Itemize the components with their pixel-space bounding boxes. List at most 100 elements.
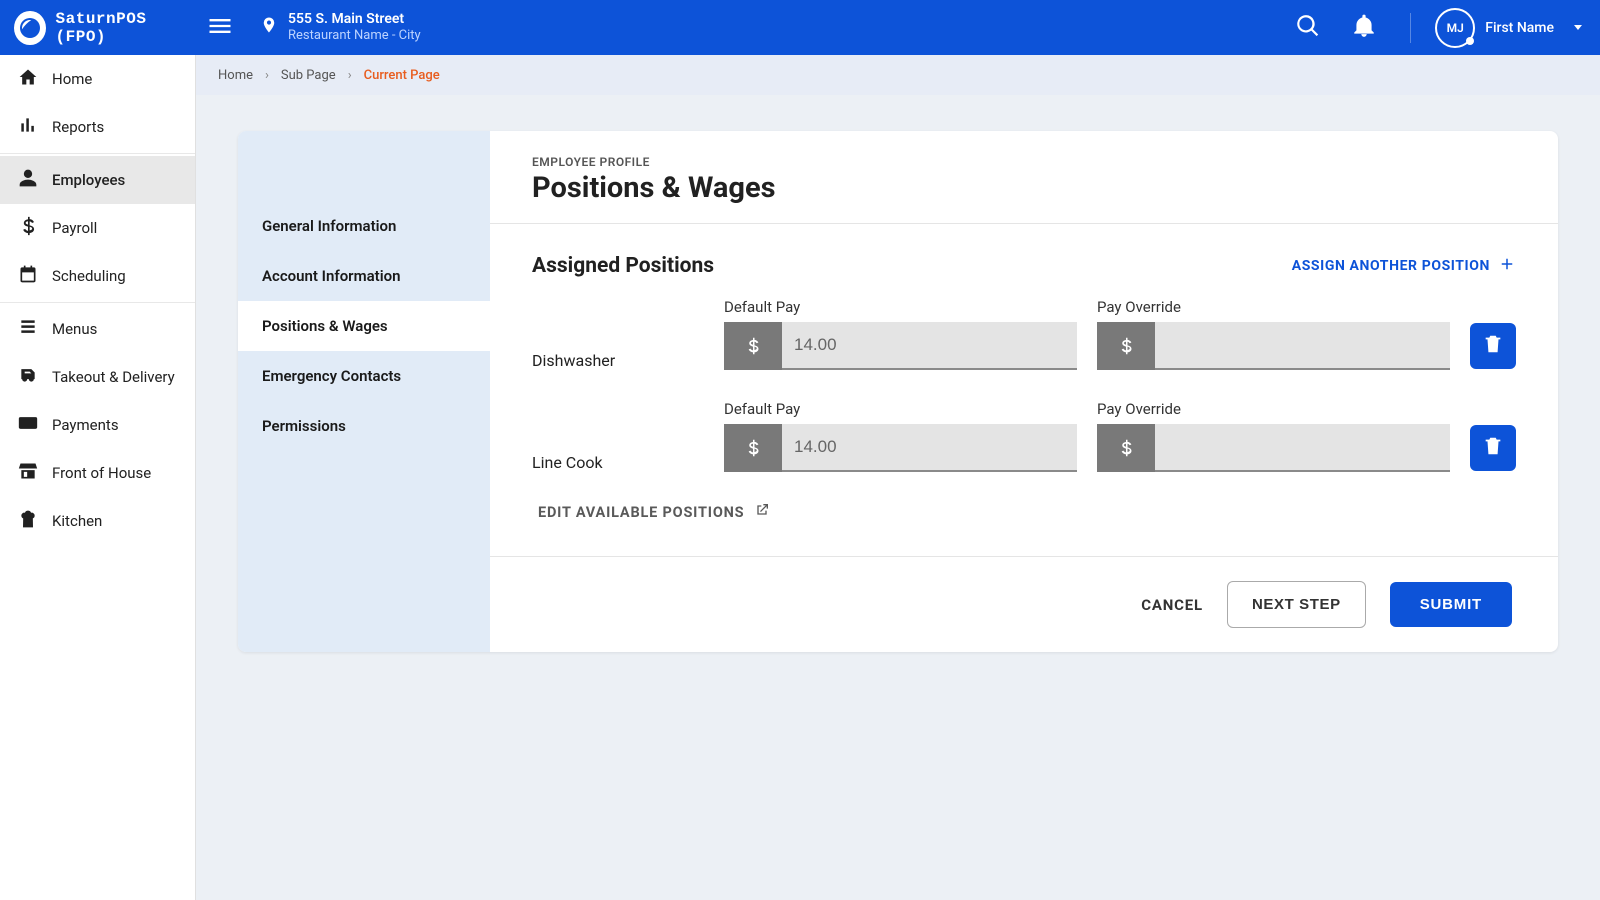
delivery-icon <box>18 365 38 389</box>
plus-icon <box>1498 255 1516 277</box>
sidebar-item-menus[interactable]: Menus <box>0 305 195 353</box>
chevron-right-icon: › <box>265 68 269 83</box>
section-title: Assigned Positions <box>532 254 714 278</box>
notifications-button[interactable] <box>1342 6 1386 50</box>
bar-chart-icon <box>18 115 38 139</box>
assign-another-position-link[interactable]: ASSIGN ANOTHER POSITION <box>1292 255 1516 277</box>
sidebar-item-label: Payroll <box>52 219 97 237</box>
position-row: Line Cook Default Pay Pay Override <box>532 400 1516 472</box>
tab-permissions[interactable]: Permissions <box>238 401 490 451</box>
breadcrumb-home[interactable]: Home <box>218 68 253 83</box>
sidebar-item-kitchen[interactable]: Kitchen <box>0 497 195 545</box>
person-icon <box>18 168 38 192</box>
pay-override-input[interactable] <box>1155 424 1450 472</box>
brand[interactable]: SaturnPOS (FPO) <box>0 10 196 46</box>
card-footer: CANCEL NEXT STEP SUBMIT <box>490 556 1558 652</box>
next-step-button[interactable]: NEXT STEP <box>1227 581 1366 628</box>
page-title: Positions & Wages <box>532 171 1516 205</box>
open-in-new-icon <box>754 502 770 522</box>
breadcrumb: Home › Sub Page › Current Page <box>196 55 1600 95</box>
bell-icon <box>1351 13 1377 43</box>
pay-override-label: Pay Override <box>1097 400 1450 418</box>
sidebar-item-payments[interactable]: Payments <box>0 401 195 449</box>
cancel-button[interactable]: CANCEL <box>1141 596 1203 614</box>
divider <box>1410 13 1411 43</box>
avatar-initials: MJ <box>1447 21 1464 35</box>
tab-emergency-contacts[interactable]: Emergency Contacts <box>238 351 490 401</box>
card-header: EMPLOYEE PROFILE Positions & Wages <box>490 131 1558 224</box>
default-pay-input[interactable] <box>782 322 1077 370</box>
pin-icon <box>260 16 278 38</box>
sidebar-item-payroll[interactable]: Payroll <box>0 204 195 252</box>
sidebar-item-takeout[interactable]: Takeout & Delivery <box>0 353 195 401</box>
card-icon <box>18 413 38 437</box>
sidebar-item-foh[interactable]: Front of House <box>0 449 195 497</box>
hamburger-icon <box>206 12 234 44</box>
dollar-icon <box>1097 322 1155 370</box>
location-text: 555 S. Main Street Restaurant Name - Cit… <box>288 11 421 43</box>
topbar-actions: MJ First Name <box>1286 6 1600 50</box>
sidebar-item-label: Reports <box>52 118 104 136</box>
dollar-icon <box>18 216 38 240</box>
position-row: Dishwasher Default Pay Pay Override <box>532 298 1516 370</box>
menu-toggle-button[interactable] <box>196 12 244 44</box>
breadcrumb-sub[interactable]: Sub Page <box>281 68 336 83</box>
sidebar-item-label: Takeout & Delivery <box>52 368 175 386</box>
sidebar-item-label: Employees <box>52 171 125 189</box>
sidebar-item-label: Menus <box>52 320 97 338</box>
trash-icon <box>1482 435 1504 461</box>
submit-button[interactable]: SUBMIT <box>1390 582 1512 627</box>
chef-icon <box>18 509 38 533</box>
home-icon <box>18 67 38 91</box>
dollar-icon <box>724 424 782 472</box>
delete-position-button[interactable] <box>1470 425 1516 471</box>
sidebar-item-label: Front of House <box>52 464 151 482</box>
tab-account-information[interactable]: Account Information <box>238 251 490 301</box>
avatar: MJ <box>1435 8 1475 48</box>
dollar-icon <box>724 322 782 370</box>
default-pay-label: Default Pay <box>724 400 1077 418</box>
location-line1: 555 S. Main Street <box>288 11 421 28</box>
delete-position-button[interactable] <box>1470 323 1516 369</box>
search-button[interactable] <box>1286 6 1330 50</box>
profile-card: General Information Account Information … <box>238 131 1558 652</box>
position-name: Dishwasher <box>532 351 704 370</box>
list-icon <box>18 317 38 341</box>
assign-link-label: ASSIGN ANOTHER POSITION <box>1292 258 1490 274</box>
pay-override-label: Pay Override <box>1097 298 1450 316</box>
tab-positions-wages[interactable]: Positions & Wages <box>238 301 490 351</box>
storefront-icon <box>18 461 38 485</box>
calendar-icon <box>18 264 38 288</box>
search-icon <box>1295 13 1321 43</box>
default-pay-label: Default Pay <box>724 298 1077 316</box>
location-line2: Restaurant Name - City <box>288 28 421 44</box>
eyebrow: EMPLOYEE PROFILE <box>532 155 1516 169</box>
tab-general-information[interactable]: General Information <box>238 201 490 251</box>
profile-sub-tabs: General Information Account Information … <box>238 131 490 652</box>
sidebar: Home Reports Employees Payroll Schedulin… <box>0 55 196 900</box>
sidebar-item-label: Kitchen <box>52 512 102 530</box>
position-name: Line Cook <box>532 453 704 472</box>
sidebar-item-label: Payments <box>52 416 119 434</box>
chevron-right-icon: › <box>348 68 352 83</box>
trash-icon <box>1482 333 1504 359</box>
sidebar-item-home[interactable]: Home <box>0 55 195 103</box>
chevron-down-icon <box>1574 25 1582 30</box>
user-menu[interactable]: MJ First Name <box>1435 8 1582 48</box>
location-selector[interactable]: 555 S. Main Street Restaurant Name - Cit… <box>244 11 421 43</box>
sidebar-item-reports[interactable]: Reports <box>0 103 195 151</box>
brand-name: SaturnPOS (FPO) <box>56 10 196 46</box>
edit-available-positions-link[interactable]: EDIT AVAILABLE POSITIONS <box>532 502 1516 522</box>
default-pay-input[interactable] <box>782 424 1077 472</box>
breadcrumb-current: Current Page <box>364 68 440 83</box>
user-display-name: First Name <box>1485 20 1554 36</box>
topbar: SaturnPOS (FPO) 555 S. Main Street Resta… <box>0 0 1600 55</box>
pay-override-input[interactable] <box>1155 322 1450 370</box>
sidebar-item-label: Home <box>52 70 92 88</box>
brand-logo-icon <box>14 11 46 45</box>
sidebar-item-label: Scheduling <box>52 267 126 285</box>
dollar-icon <box>1097 424 1155 472</box>
sidebar-item-scheduling[interactable]: Scheduling <box>0 252 195 300</box>
edit-link-label: EDIT AVAILABLE POSITIONS <box>538 504 744 521</box>
sidebar-item-employees[interactable]: Employees <box>0 156 195 204</box>
